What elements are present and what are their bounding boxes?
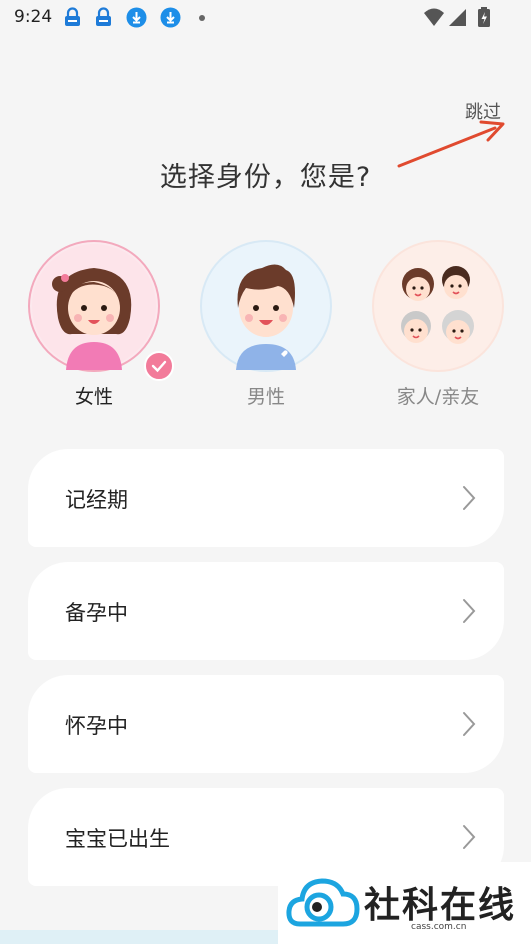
signal-icon [449, 9, 466, 26]
cloud-lock-icon [96, 7, 111, 26]
family-avatar-icon [376, 244, 500, 368]
role-male-avatar[interactable] [200, 240, 332, 372]
role-female-avatar[interactable] [28, 240, 160, 372]
status-time: 9:24 [14, 7, 53, 27]
option-preparing-pregnancy[interactable]: 备孕中 [28, 562, 504, 660]
role-family-avatar[interactable] [372, 240, 504, 372]
dot-icon [199, 15, 205, 21]
boy-avatar-icon [204, 244, 328, 370]
cloud-eye-logo-icon [286, 878, 360, 927]
girl-avatar-icon [32, 244, 156, 370]
role-male-label[interactable]: 男性 [186, 382, 346, 409]
option-label: 备孕中 [65, 601, 128, 625]
option-label: 记经期 [65, 488, 128, 512]
role-female-label[interactable]: 女性 [14, 382, 174, 409]
chevron-right-icon [463, 486, 476, 510]
option-pregnant[interactable]: 怀孕中 [28, 675, 504, 773]
page-title: 选择身份，您是? [159, 162, 372, 193]
wifi-icon [424, 8, 444, 26]
chevron-right-icon [463, 712, 476, 736]
watermark-domain: cass.com.cn [411, 922, 467, 932]
watermark-brand: 社科在线 [364, 884, 517, 926]
bottom-strip [0, 930, 278, 944]
cloud-lock-icon [65, 7, 80, 26]
status-bar: 9:24 [0, 0, 531, 36]
option-label: 宝宝已出生 [65, 827, 170, 851]
chevron-right-icon [463, 825, 476, 849]
option-period-tracking[interactable]: 记经期 [28, 449, 504, 547]
chevron-right-icon [463, 599, 476, 623]
download-icon [160, 7, 181, 28]
battery-icon [478, 7, 490, 27]
download-icon [126, 7, 147, 28]
selected-check-icon [144, 351, 174, 381]
watermark: 社科在线 cass.com.cn [278, 862, 531, 944]
role-family-label[interactable]: 家人/亲友 [358, 382, 518, 409]
option-label: 怀孕中 [65, 714, 128, 738]
